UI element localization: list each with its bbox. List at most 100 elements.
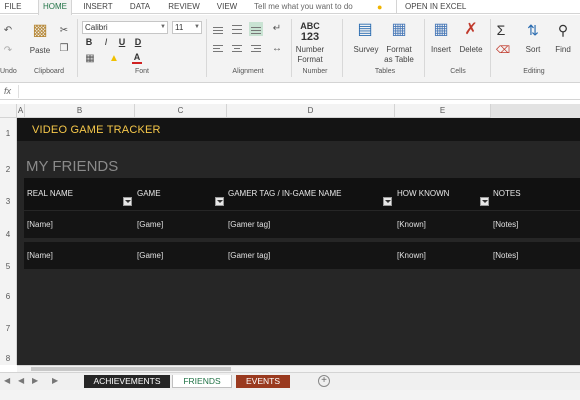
- filter-dropdown-icon[interactable]: [480, 197, 489, 206]
- row-header-1[interactable]: 1: [0, 118, 17, 141]
- header-gamer-tag[interactable]: GAMER TAG / IN-GAME NAME: [228, 189, 342, 198]
- insert-cells-icon[interactable]: ▦: [432, 21, 450, 41]
- number-format-label-2[interactable]: Format: [290, 55, 330, 64]
- first-sheet-icon[interactable]: ◀: [4, 376, 10, 385]
- header-game[interactable]: GAME: [137, 189, 161, 198]
- survey-icon[interactable]: ▤: [356, 21, 374, 41]
- sheet-title[interactable]: VIDEO GAME TRACKER: [32, 124, 161, 136]
- redo-icon[interactable]: ↷: [2, 45, 14, 57]
- sheet-tab-events[interactable]: EVENTS: [236, 375, 290, 388]
- format-as-table-label-2[interactable]: as Table: [380, 55, 418, 64]
- align-bottom-icon[interactable]: [249, 22, 263, 36]
- double-underline-button[interactable]: D: [133, 37, 143, 47]
- paste-button-label[interactable]: Paste: [26, 46, 54, 55]
- tab-home[interactable]: HOME: [38, 0, 72, 15]
- next-sheet-icon[interactable]: ▶: [32, 376, 38, 385]
- add-sheet-icon[interactable]: +: [318, 375, 330, 387]
- column-header-c[interactable]: C: [135, 104, 227, 118]
- row-header-6[interactable]: 6: [0, 274, 17, 306]
- cell-notes[interactable]: [Notes]: [493, 220, 518, 229]
- tables-group-label: Tables: [374, 68, 396, 75]
- survey-button-label[interactable]: Survey: [350, 45, 382, 54]
- header-how-known[interactable]: HOW KNOWN: [397, 189, 449, 198]
- header-real-name[interactable]: REAL NAME: [27, 189, 73, 198]
- number-format-icon[interactable]: ABC 123: [298, 22, 322, 44]
- tab-view[interactable]: VIEW: [212, 0, 242, 14]
- cell-how-known[interactable]: [Known]: [397, 251, 426, 260]
- column-header-d[interactable]: D: [227, 104, 395, 118]
- sheet-tab-friends[interactable]: FRIENDS: [172, 375, 232, 388]
- number-group-label: Number: [302, 68, 328, 75]
- clear-icon[interactable]: ⌫: [496, 45, 510, 57]
- format-as-table-icon[interactable]: ▦: [390, 21, 408, 41]
- header-notes[interactable]: NOTES: [493, 189, 521, 198]
- cell-game[interactable]: [Game]: [137, 220, 163, 229]
- cell-real-name[interactable]: [Name]: [27, 220, 53, 229]
- tab-insert[interactable]: INSERT: [80, 0, 116, 14]
- insert-button-label[interactable]: Insert: [427, 45, 455, 54]
- ribbon: ↶ ↷ ▩ Paste ✂ ❐ Undo Clipboard Calibri ▼ …: [0, 15, 580, 83]
- italic-button[interactable]: I: [101, 37, 111, 47]
- sort-icon[interactable]: ⇅: [524, 21, 542, 41]
- font-name-dropdown[interactable]: Calibri ▼: [82, 21, 168, 34]
- scrollbar-thumb[interactable]: [31, 367, 231, 371]
- number-format-label-1[interactable]: Number: [290, 45, 330, 54]
- undo-icon[interactable]: ↶: [2, 25, 14, 37]
- font-size-dropdown[interactable]: 11 ▼: [172, 21, 202, 34]
- lightbulb-icon: ●: [377, 2, 383, 12]
- find-icon[interactable]: ⚲: [554, 21, 572, 41]
- borders-icon[interactable]: ▦: [84, 53, 96, 65]
- merge-cells-icon[interactable]: ↔: [270, 43, 284, 55]
- last-sheet-icon[interactable]: ▶: [52, 376, 58, 385]
- horizontal-scrollbar[interactable]: [17, 365, 580, 372]
- cell-game[interactable]: [Game]: [137, 251, 163, 260]
- cell-gamer-tag[interactable]: [Gamer tag]: [228, 220, 270, 229]
- excel-online-window: FILE HOME INSERT DATA REVIEW VIEW Tell m…: [0, 0, 580, 400]
- separator: [424, 19, 425, 77]
- row-header-7[interactable]: 7: [0, 306, 17, 338]
- row-header-2[interactable]: 2: [0, 141, 17, 178]
- fill-color-icon[interactable]: ▲: [108, 53, 120, 65]
- delete-button-label[interactable]: Delete: [456, 45, 486, 54]
- tell-me-search[interactable]: Tell me what you want to do: [252, 0, 370, 14]
- row-header-4[interactable]: 4: [0, 210, 17, 242]
- fx-icon[interactable]: fx: [4, 86, 11, 96]
- cell-notes[interactable]: [Notes]: [493, 251, 518, 260]
- find-button-label[interactable]: Find: [550, 45, 576, 54]
- paste-icon[interactable]: ▩: [30, 21, 50, 43]
- format-as-table-label-1[interactable]: Format: [382, 45, 416, 54]
- tab-review[interactable]: REVIEW: [164, 0, 204, 14]
- sheet-tab-achievements[interactable]: ACHIEVEMENTS: [84, 375, 170, 388]
- sort-button-label[interactable]: Sort: [520, 45, 546, 54]
- delete-cells-icon[interactable]: ✗: [462, 21, 480, 41]
- bold-button[interactable]: B: [84, 37, 94, 47]
- column-header-b[interactable]: B: [25, 104, 135, 118]
- row-header-8[interactable]: 8: [0, 338, 17, 365]
- autosum-icon[interactable]: Σ: [494, 23, 508, 37]
- select-all-corner[interactable]: [0, 104, 17, 118]
- wrap-text-icon[interactable]: ↵: [270, 23, 284, 35]
- section-title[interactable]: MY FRIENDS: [26, 158, 118, 175]
- column-header-selected[interactable]: [491, 104, 580, 118]
- tab-data[interactable]: DATA: [124, 0, 156, 14]
- table-row: [Name] [Game] [Gamer tag] [Known] [Notes…: [24, 242, 580, 269]
- underline-button[interactable]: U: [117, 37, 127, 47]
- column-header-a[interactable]: A: [17, 104, 25, 118]
- column-header-e[interactable]: E: [395, 104, 491, 118]
- filter-dropdown-icon[interactable]: [123, 197, 132, 206]
- cut-icon[interactable]: ✂: [58, 25, 70, 37]
- cell-real-name[interactable]: [Name]: [27, 251, 53, 260]
- tab-file[interactable]: FILE: [0, 0, 26, 14]
- worksheet[interactable]: VIDEO GAME TRACKER MY FRIENDS REAL NAME …: [17, 118, 580, 365]
- filter-dropdown-icon[interactable]: [215, 197, 224, 206]
- row-header-5[interactable]: 5: [0, 242, 17, 274]
- open-in-excel-button[interactable]: OPEN IN EXCEL: [396, 0, 476, 14]
- filter-dropdown-icon[interactable]: [383, 197, 392, 206]
- cell-how-known[interactable]: [Known]: [397, 220, 426, 229]
- cell-gamer-tag[interactable]: [Gamer tag]: [228, 251, 270, 260]
- font-color-button[interactable]: A: [132, 52, 142, 64]
- row-header-3[interactable]: 3: [0, 178, 17, 210]
- formula-input[interactable]: [18, 85, 578, 98]
- copy-icon[interactable]: ❐: [58, 43, 70, 55]
- prev-sheet-icon[interactable]: ◀: [18, 376, 24, 385]
